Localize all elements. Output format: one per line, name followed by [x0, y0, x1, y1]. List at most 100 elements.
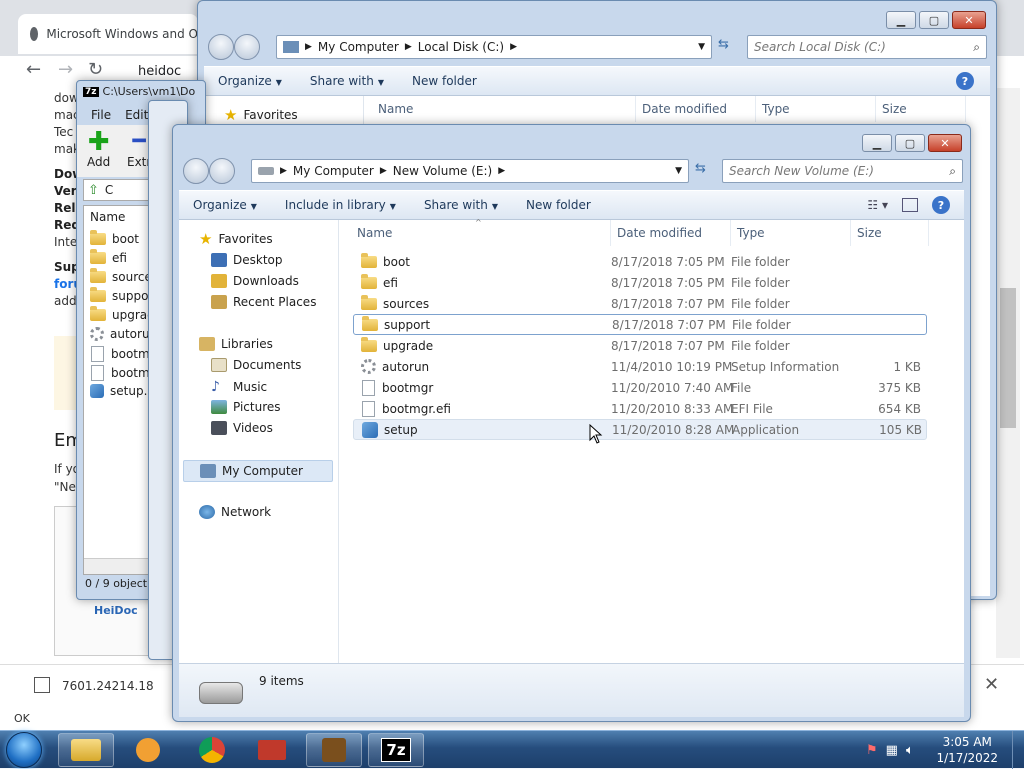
- maximize-button[interactable]: ▢: [895, 134, 925, 152]
- minimize-button[interactable]: ▁: [862, 134, 892, 152]
- nav-desktop[interactable]: Desktop: [211, 253, 283, 267]
- include-in-library-button[interactable]: Include in library ▼: [271, 198, 410, 212]
- setup-info-icon: [90, 327, 104, 341]
- menu-file[interactable]: File: [91, 108, 111, 122]
- column-size[interactable]: Size: [876, 96, 966, 122]
- new-folder-button[interactable]: New folder: [398, 74, 491, 88]
- maximize-button[interactable]: ▢: [919, 11, 949, 29]
- close-button[interactable]: ✕: [952, 11, 986, 29]
- close-button[interactable]: ✕: [928, 134, 962, 152]
- address-bar[interactable]: ▶ My Computer ▶ Local Disk (C:) ▶ ▼: [276, 35, 712, 59]
- new-folder-button[interactable]: New folder: [512, 198, 605, 212]
- details-pane: 9 items: [179, 663, 964, 717]
- column-type[interactable]: Type: [731, 220, 851, 246]
- breadcrumb-item[interactable]: Local Disk (C:): [418, 40, 504, 54]
- forward-button[interactable]: [209, 158, 235, 184]
- url-bar[interactable]: heidoc: [138, 64, 181, 79]
- nav-downloads[interactable]: Downloads: [211, 274, 299, 288]
- nav-my-computer[interactable]: My Computer: [183, 460, 333, 482]
- reload-icon[interactable]: ↻: [88, 59, 103, 80]
- nav-documents[interactable]: Documents: [211, 358, 301, 372]
- nav-network[interactable]: Network: [199, 505, 271, 519]
- volume-icon[interactable]: 🔈︎: [906, 743, 914, 758]
- share-with-button[interactable]: Share with ▼: [296, 74, 398, 88]
- sevenzip-column-name[interactable]: Name: [90, 210, 125, 224]
- browser-scrollbar[interactable]: [996, 88, 1020, 658]
- refresh-icon[interactable]: ⇆: [695, 161, 717, 181]
- table-row[interactable]: upgrade 8/17/2018 7:07 PM File folder: [353, 335, 927, 356]
- show-desktop-button[interactable]: [1012, 731, 1024, 769]
- table-row[interactable]: efi 8/17/2018 7:05 PM File folder: [353, 272, 927, 293]
- nav-music[interactable]: ♪ Music: [211, 379, 267, 395]
- folder-icon: [362, 315, 378, 331]
- table-row-hovered[interactable]: setup 11/20/2010 8:28 AM Application 105…: [353, 419, 927, 440]
- nav-videos[interactable]: Videos: [211, 421, 273, 435]
- column-name[interactable]: Name: [364, 96, 636, 122]
- back-arrow-icon[interactable]: ←: [26, 59, 41, 80]
- forward-arrow-icon[interactable]: →: [58, 59, 73, 80]
- nav-recent-places[interactable]: Recent Places: [211, 295, 316, 309]
- search-input[interactable]: Search New Volume (E:) ⌕: [722, 159, 963, 183]
- taskbar-media-player[interactable]: [120, 733, 176, 767]
- column-type[interactable]: Type: [756, 96, 876, 122]
- start-button[interactable]: [6, 732, 42, 768]
- chevron-down-icon[interactable]: ▼: [675, 166, 682, 176]
- close-download-bar-icon[interactable]: ✕: [984, 674, 999, 695]
- help-icon[interactable]: ?: [932, 196, 950, 214]
- browser-tab[interactable]: Microsoft Windows and O: [18, 14, 198, 54]
- breadcrumb-item[interactable]: My Computer: [318, 40, 399, 54]
- add-button[interactable]: ✚ Add: [87, 129, 110, 169]
- up-folder-icon[interactable]: ⇧: [88, 183, 99, 198]
- help-icon[interactable]: ?: [956, 72, 974, 90]
- back-button[interactable]: [183, 158, 209, 184]
- file-list: Name ^ Date modified Type Size boot 8/17…: [339, 218, 964, 663]
- taskbar-7zip[interactable]: 7z: [368, 733, 424, 767]
- column-size[interactable]: Size: [851, 220, 929, 246]
- taskbar-archive-app[interactable]: [306, 733, 362, 767]
- table-row-selected[interactable]: support 8/17/2018 7:07 PM File folder: [353, 314, 927, 335]
- table-row[interactable]: sources 8/17/2018 7:07 PM File folder: [353, 293, 927, 314]
- breadcrumb-item[interactable]: My Computer: [293, 164, 374, 178]
- search-placeholder: Search Local Disk (C:): [754, 40, 886, 54]
- archive-icon: [322, 738, 346, 762]
- change-view-icon[interactable]: ☷ ▾: [867, 198, 888, 212]
- taskbar-chrome[interactable]: [184, 733, 240, 767]
- download-filename[interactable]: 7601.24214.18: [62, 679, 154, 693]
- action-center-icon[interactable]: ⚑: [866, 743, 878, 758]
- menu-edit[interactable]: Edit: [125, 108, 148, 122]
- address-bar[interactable]: ▶ My Computer ▶ New Volume (E:) ▶ ▼: [251, 159, 689, 183]
- minimize-button[interactable]: ▁: [886, 11, 916, 29]
- taskbar-toolbox[interactable]: [244, 733, 300, 767]
- refresh-icon[interactable]: ⇆: [718, 37, 740, 57]
- table-row[interactable]: boot 8/17/2018 7:05 PM File folder: [353, 251, 927, 272]
- breadcrumb-item[interactable]: New Volume (E:): [393, 164, 492, 178]
- chevron-down-icon[interactable]: ▼: [698, 42, 705, 52]
- nav-libraries[interactable]: Libraries: [199, 337, 273, 351]
- table-row[interactable]: autorun 11/4/2010 10:19 PM Setup Informa…: [353, 356, 927, 377]
- organize-button[interactable]: Organize ▼: [179, 198, 271, 212]
- nav-favorites[interactable]: ★ Favorites: [224, 108, 298, 123]
- back-button[interactable]: [208, 34, 234, 60]
- search-input[interactable]: Search Local Disk (C:) ⌕: [747, 35, 987, 59]
- sevenzip-titlebar: 7z C:\Users\vm1\Do: [83, 85, 195, 98]
- column-date[interactable]: Date modified: [611, 220, 731, 246]
- taskbar-explorer[interactable]: [58, 733, 114, 767]
- list-item[interactable]: boot: [90, 230, 139, 246]
- table-row[interactable]: bootmgr 11/20/2010 7:40 AM File 375 KB: [353, 377, 927, 398]
- preview-pane-icon[interactable]: [902, 198, 918, 212]
- table-row[interactable]: bootmgr.efi 11/20/2010 8:33 AM EFI File …: [353, 398, 927, 419]
- column-date[interactable]: Date modified: [636, 96, 756, 122]
- organize-button[interactable]: Organize ▼: [204, 74, 296, 88]
- nav-pictures[interactable]: Pictures: [211, 400, 281, 414]
- folder-icon: [90, 230, 106, 245]
- scrollbar-thumb[interactable]: [1000, 288, 1016, 428]
- network-tray-icon[interactable]: ▦: [886, 743, 898, 758]
- libraries-icon: [199, 337, 215, 351]
- list-item[interactable]: efi: [90, 249, 127, 265]
- system-tray: ⚑ ▦ 🔈︎: [866, 743, 914, 758]
- nav-favorites[interactable]: ★ Favorites: [199, 232, 273, 247]
- iso-file-icon: [34, 677, 50, 693]
- share-with-button[interactable]: Share with ▼: [410, 198, 512, 212]
- forward-button[interactable]: [234, 34, 260, 60]
- system-clock[interactable]: 3:05 AM 1/17/2022: [936, 734, 998, 766]
